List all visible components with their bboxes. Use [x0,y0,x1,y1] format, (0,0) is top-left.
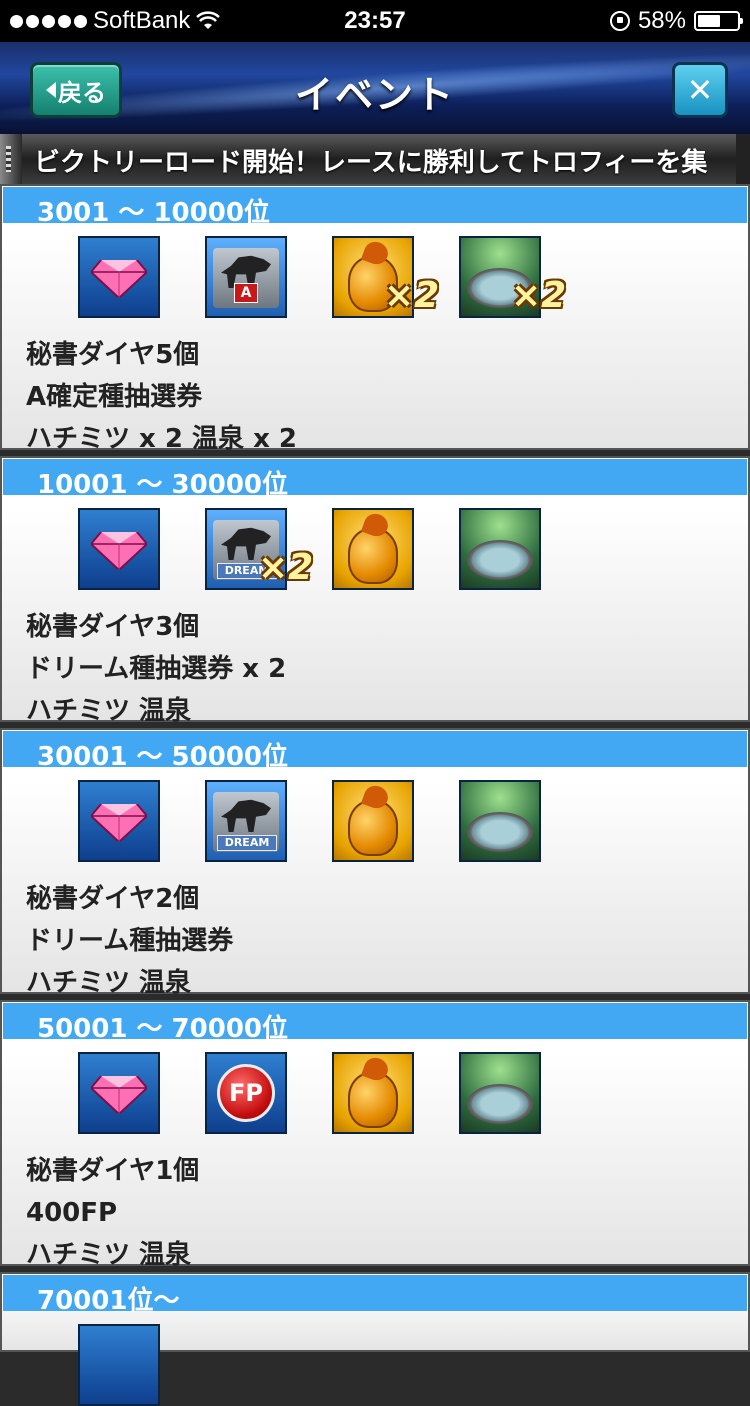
onsen-pool-icon [467,812,533,852]
honey-icon[interactable] [332,508,414,590]
ticker-cap-left [0,134,22,184]
onsen-icon[interactable] [459,508,541,590]
reward-line: ハチミツ 温泉 [26,968,192,998]
reward-section: 30001 〜 50000位 DREAM 秘書ダイヤ2個 ドリーム種抽選券 ハチ… [0,728,750,998]
ticker-text: ビクトリーロード開始！レースに勝利してトロフィーを集 [34,148,708,178]
reward-line: 秘書ダイヤ5個 [26,340,200,370]
reward-line: ドリーム種抽選券 x 2 [26,654,287,684]
close-button[interactable]: ✕ [672,62,728,118]
fp-icon[interactable]: FP [205,1052,287,1134]
honey-icon[interactable] [332,1052,414,1134]
diamond-icon[interactable] [78,1324,160,1406]
reward-line: 秘書ダイヤ3個 [26,612,200,642]
diamond-icon[interactable] [78,780,160,862]
dream-ticket-icon[interactable]: DREAM [205,780,287,862]
rank-range: 30001 〜 50000位 [37,742,289,772]
reward-line: A確定種抽選券 [26,382,203,412]
reward-list[interactable]: 3001 〜 10000位 A ×2 ×2 秘書ダイヤ5個 A確定種抽選券 ハチ… [0,184,750,1406]
reward-icons: A ×2 ×2 [78,236,718,318]
reward-line: ハチミツ 温泉 [26,1240,192,1270]
reward-line: 秘書ダイヤ1個 [26,1156,200,1186]
dream-label: DREAM [217,835,277,851]
ticket-body: A [213,248,279,308]
reward-section: 10001 〜 30000位 DREAM ×2 秘書ダイヤ3個 ドリーム種抽選券… [0,456,750,726]
reward-icons: DREAM ×2 [78,508,718,590]
rank-range: 50001 〜 70000位 [37,1014,289,1044]
rank-range: 3001 〜 10000位 [37,198,270,228]
rank-range: 10001 〜 30000位 [37,470,289,500]
diamond-icon[interactable] [78,508,160,590]
reward-description: 秘書ダイヤ5個 A確定種抽選券 ハチミツ x 2 温泉 x 2 [26,334,297,460]
fp-badge: FP [217,1064,275,1122]
reward-icons: FP [78,1052,718,1134]
a-badge: A [234,283,258,303]
reward-icons [78,1324,718,1406]
reward-line: 秘書ダイヤ2個 [26,884,200,914]
rank-range: 70001位〜 [37,1286,180,1316]
onsen-icon[interactable] [459,1052,541,1134]
honey-multiplier: ×2 [384,275,440,316]
reward-line: ドリーム種抽選券 [26,926,234,956]
reward-description: 秘書ダイヤ1個 400FP ハチミツ 温泉 [26,1150,199,1276]
battery-percent: 58% [637,7,686,34]
reward-line: ハチミツ 温泉 [26,696,192,726]
news-ticker[interactable]: ビクトリーロード開始！レースに勝利してトロフィーを集 [0,134,750,184]
honey-pot-icon [348,528,398,584]
reward-section: 50001 〜 70000位 FP 秘書ダイヤ1個 400FP ハチミツ 温泉 [0,1000,750,1270]
ticket-body: DREAM [213,792,279,852]
onsen-multiplier: ×2 [511,275,567,316]
rank-bar: 70001位〜 [3,1275,747,1316]
honey-icon[interactable] [332,780,414,862]
reward-description: 秘書ダイヤ2個 ドリーム種抽選券 ハチミツ 温泉 [26,878,233,1004]
rotation-lock-icon [609,11,630,31]
dream-multiplier: ×2 [258,547,314,588]
reward-line: ハチミツ x 2 温泉 x 2 [26,424,297,454]
diamond-icon[interactable] [78,1052,160,1134]
honey-pot-icon [348,800,398,856]
battery-group: 58% [609,7,743,35]
ticker-cap-right [736,134,750,184]
page-title: イベント [294,73,455,117]
close-icon: ✕ [686,71,714,109]
status-bar: SoftBank 23:57 58% [0,0,750,42]
battery-icon [694,11,743,31]
reward-section: 70001位〜 [0,1272,750,1406]
a-ticket-icon[interactable]: A [205,236,287,318]
onsen-icon[interactable] [459,780,541,862]
onsen-pool-icon [467,540,533,580]
reward-line: 400FP [26,1198,118,1228]
rank-bar: 50001 〜 70000位 [3,1003,747,1044]
honey-pot-icon [348,1072,398,1128]
reward-description: 秘書ダイヤ3個 ドリーム種抽選券 x 2 ハチミツ 温泉 [26,606,286,732]
diamond-icon[interactable] [78,236,160,318]
rank-bar: 10001 〜 30000位 [3,459,747,500]
rank-bar: 30001 〜 50000位 [3,731,747,772]
horse-silhouette-icon [221,799,271,832]
app-header: 戻る イベント ✕ [0,42,750,134]
reward-section: 3001 〜 10000位 A ×2 ×2 秘書ダイヤ5個 A確定種抽選券 ハチ… [0,184,750,454]
reward-icons: DREAM [78,780,718,862]
onsen-pool-icon [467,1084,533,1124]
rank-bar: 3001 〜 10000位 [3,187,747,228]
